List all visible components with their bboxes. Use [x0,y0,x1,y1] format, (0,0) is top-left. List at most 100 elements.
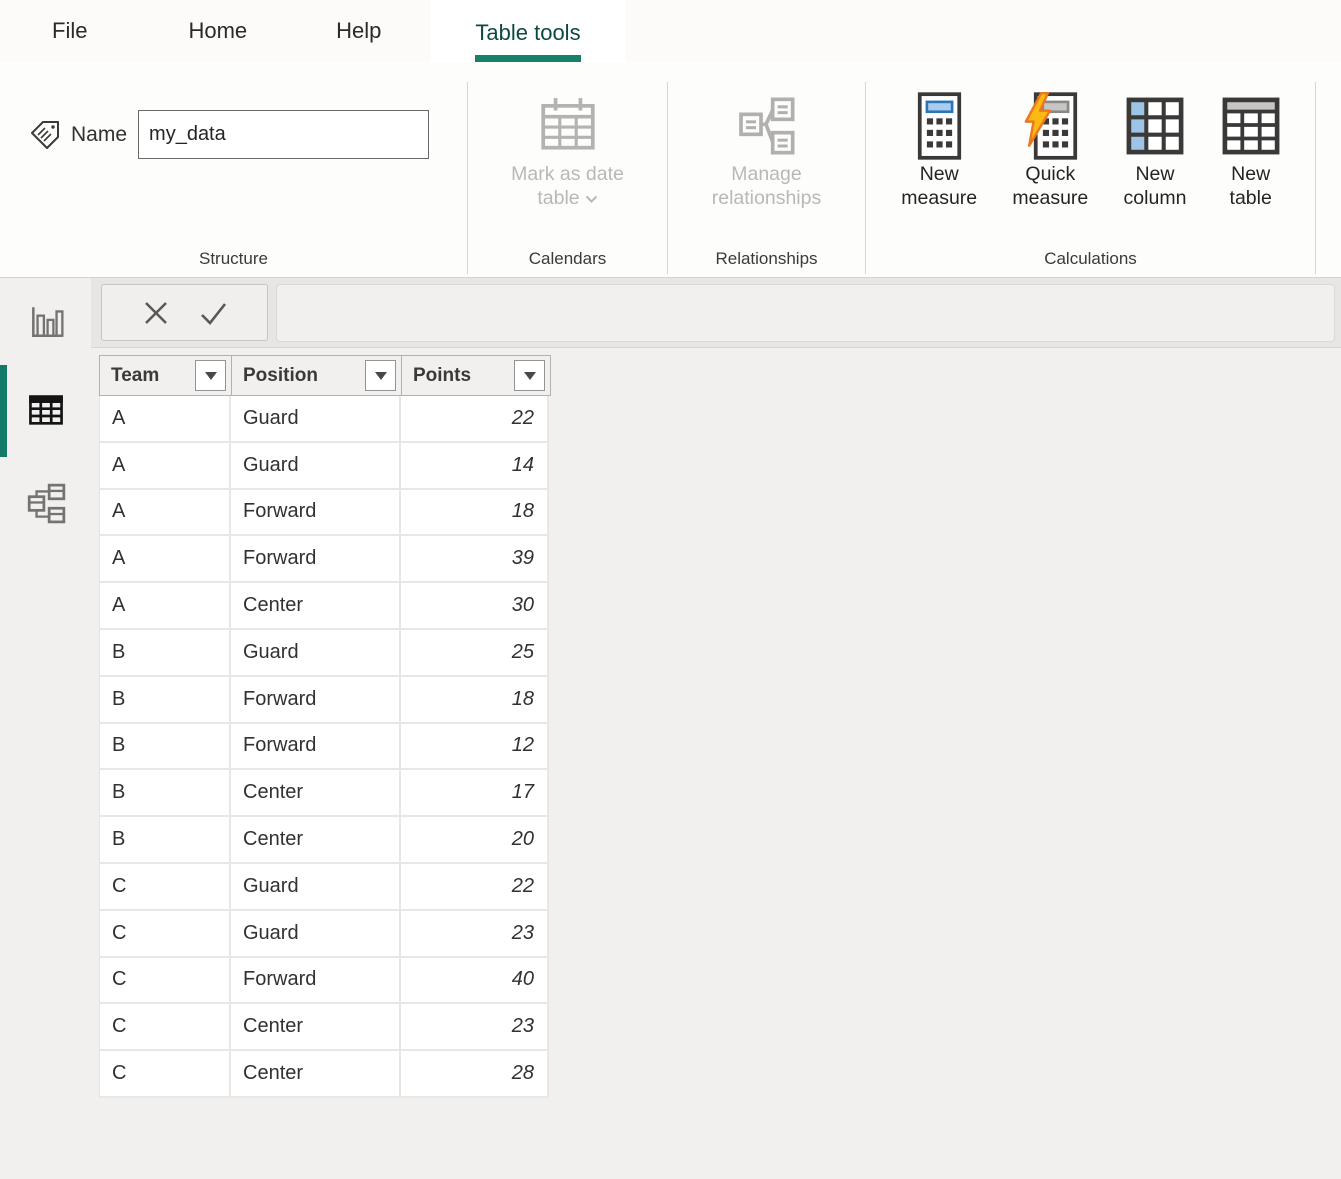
cell-team[interactable]: B [99,630,231,677]
view-sidebar [0,278,91,1178]
commit-check-icon[interactable] [197,298,229,328]
sidebar-item-data-view[interactable] [0,380,91,440]
dropdown-arrow-icon [375,372,387,380]
filter-dropdown-position[interactable] [365,360,396,391]
tab-table-tools-label: Table tools [475,20,580,62]
button-label: table [537,187,579,209]
cell-team[interactable]: A [99,536,231,583]
table-grid-icon [26,390,66,430]
sidebar-item-report-view[interactable] [0,292,91,352]
ribbon-group-calculations: New measure [866,62,1315,277]
table-row: AGuard14 [99,443,551,490]
cell-position[interactable]: Forward [231,490,401,537]
cell-points[interactable]: 18 [401,490,549,537]
cell-points[interactable]: 14 [401,443,549,490]
table-row: ACenter30 [99,583,551,630]
table-name-label: Name [71,123,127,147]
cell-team[interactable]: C [99,911,231,958]
sidebar-item-model-view[interactable] [0,473,91,533]
table-name-input[interactable] [138,110,429,159]
data-table: Team Position Points AGuard22AGuard14AFo… [99,355,551,1098]
cell-position[interactable]: Center [231,770,401,817]
cell-points[interactable]: 23 [401,911,549,958]
button-label: column [1124,186,1187,210]
dropdown-arrow-icon [524,372,536,380]
cell-points[interactable]: 22 [401,396,549,443]
button-label: New [920,162,959,186]
cell-position[interactable]: Forward [231,958,401,1005]
cancel-x-icon[interactable] [141,298,171,328]
cell-position[interactable]: Guard [231,911,401,958]
cell-position[interactable]: Center [231,1051,401,1098]
calendar-icon [537,90,599,162]
formula-bar [91,278,1341,348]
column-header-label: Position [243,365,318,387]
cell-position[interactable]: Guard [231,396,401,443]
active-view-indicator [0,365,7,457]
cell-points[interactable]: 22 [401,864,549,911]
ribbon-group-structure: Name Structure [0,62,467,277]
cell-position[interactable]: Center [231,1004,401,1051]
new-column-button[interactable]: New column [1124,62,1187,249]
cell-points[interactable]: 20 [401,817,549,864]
ribbon-body: Name Structure [0,62,1341,277]
table-blue-column-icon [1126,90,1184,162]
tab-help[interactable]: Help [336,18,381,62]
cell-position[interactable]: Forward [231,724,401,771]
cell-points[interactable]: 28 [401,1051,549,1098]
cell-team[interactable]: B [99,770,231,817]
cell-team[interactable]: C [99,1004,231,1051]
cell-team[interactable]: A [99,490,231,537]
tab-home[interactable]: Home [188,18,247,62]
manage-relationships-button[interactable]: Manage relationships [712,62,821,249]
group-label-calculations: Calculations [866,249,1315,277]
table-row: CForward40 [99,958,551,1005]
button-label: Mark as date [511,162,624,186]
column-header-points[interactable]: Points [402,356,550,395]
table-row: AGuard22 [99,396,551,443]
cell-position[interactable]: Guard [231,864,401,911]
column-header-team[interactable]: Team [100,356,232,395]
new-table-button[interactable]: New table [1222,62,1280,249]
tab-table-tools[interactable]: Table tools [431,0,624,62]
button-label: table [1230,186,1272,210]
cell-team[interactable]: B [99,677,231,724]
filter-dropdown-points[interactable] [514,360,545,391]
cell-position[interactable]: Center [231,583,401,630]
mark-as-date-table-button[interactable]: Mark as date table [511,62,624,249]
cell-points[interactable]: 23 [401,1004,549,1051]
quick-measure-button[interactable]: Quick measure [1012,62,1088,249]
table-row: CGuard22 [99,864,551,911]
cell-points[interactable]: 40 [401,958,549,1005]
button-label: measure [1012,186,1088,210]
cell-points[interactable]: 30 [401,583,549,630]
cell-points[interactable]: 18 [401,677,549,724]
cell-team[interactable]: C [99,958,231,1005]
cell-points[interactable]: 39 [401,536,549,583]
new-measure-button[interactable]: New measure [901,62,977,249]
cell-position[interactable]: Center [231,817,401,864]
cell-team[interactable]: C [99,864,231,911]
cell-position[interactable]: Guard [231,443,401,490]
cell-team[interactable]: B [99,724,231,771]
cell-position[interactable]: Forward [231,677,401,724]
table-row: BCenter17 [99,770,551,817]
table-row: BCenter20 [99,817,551,864]
column-header-label: Points [413,365,471,387]
workspace: Team Position Points AGuard22AGuard14AFo… [0,278,1341,1178]
column-header-position[interactable]: Position [232,356,402,395]
cell-points[interactable]: 25 [401,630,549,677]
cell-position[interactable]: Guard [231,630,401,677]
cell-points[interactable]: 12 [401,724,549,771]
button-label: measure [901,186,977,210]
cell-team[interactable]: B [99,817,231,864]
cell-team[interactable]: C [99,1051,231,1098]
formula-input[interactable] [276,284,1335,342]
filter-dropdown-team[interactable] [195,360,226,391]
cell-team[interactable]: A [99,443,231,490]
cell-points[interactable]: 17 [401,770,549,817]
cell-position[interactable]: Forward [231,536,401,583]
cell-team[interactable]: A [99,396,231,443]
cell-team[interactable]: A [99,583,231,630]
tab-file[interactable]: File [52,18,87,62]
